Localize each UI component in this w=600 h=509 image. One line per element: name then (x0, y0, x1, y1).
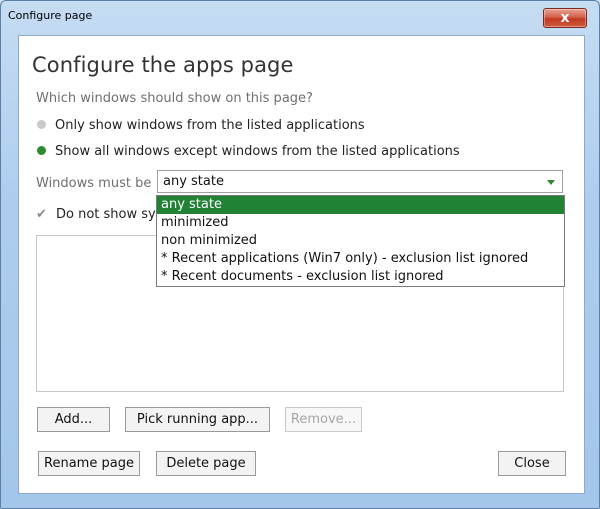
radio-all-except-listed[interactable]: Show all windows except windows from the… (37, 144, 460, 159)
dropdown-option-non-minimized[interactable]: non minimized (157, 232, 564, 250)
delete-page-button[interactable]: Delete page (156, 451, 256, 476)
dropdown-option-any-state[interactable]: any state (157, 196, 564, 214)
dropdown-option-minimized[interactable]: minimized (157, 214, 564, 232)
window-title: Configure page (8, 9, 93, 22)
radio-only-listed[interactable]: Only show windows from the listed applic… (37, 118, 365, 133)
page-title: Configure the apps page (32, 53, 294, 77)
radio-label: Only show windows from the listed applic… (55, 118, 365, 133)
pick-running-app-button[interactable]: Pick running app... (125, 407, 270, 432)
remove-button[interactable]: Remove... (285, 407, 362, 432)
windows-state-label: Windows must be (36, 176, 152, 191)
close-button[interactable]: Close (498, 451, 566, 476)
radio-label: Show all windows except windows from the… (55, 144, 460, 159)
close-icon[interactable]: x (543, 8, 587, 28)
question-label: Which windows should show on this page? (36, 91, 313, 106)
windows-state-select[interactable]: any state (157, 170, 563, 193)
radio-dot-icon (37, 146, 46, 155)
add-button[interactable]: Add... (37, 407, 110, 432)
windows-state-dropdown-list[interactable]: any state minimized non minimized * Rece… (156, 195, 565, 287)
dropdown-option-recent-documents[interactable]: * Recent documents - exclusion list igno… (157, 268, 564, 286)
dropdown-option-recent-applications[interactable]: * Recent applications (Win7 only) - excl… (157, 250, 564, 268)
chevron-down-icon[interactable] (547, 180, 555, 185)
check-icon: ✔ (36, 207, 47, 222)
configure-page-window: Configure page x Configure the apps page… (0, 0, 600, 509)
title-bar[interactable]: Configure page x (1, 1, 599, 28)
select-value: any state (163, 174, 224, 189)
rename-page-button[interactable]: Rename page (38, 451, 140, 476)
radio-dot-icon (37, 120, 46, 129)
hide-system-checkbox[interactable]: ✔ Do not show syste (36, 207, 176, 222)
